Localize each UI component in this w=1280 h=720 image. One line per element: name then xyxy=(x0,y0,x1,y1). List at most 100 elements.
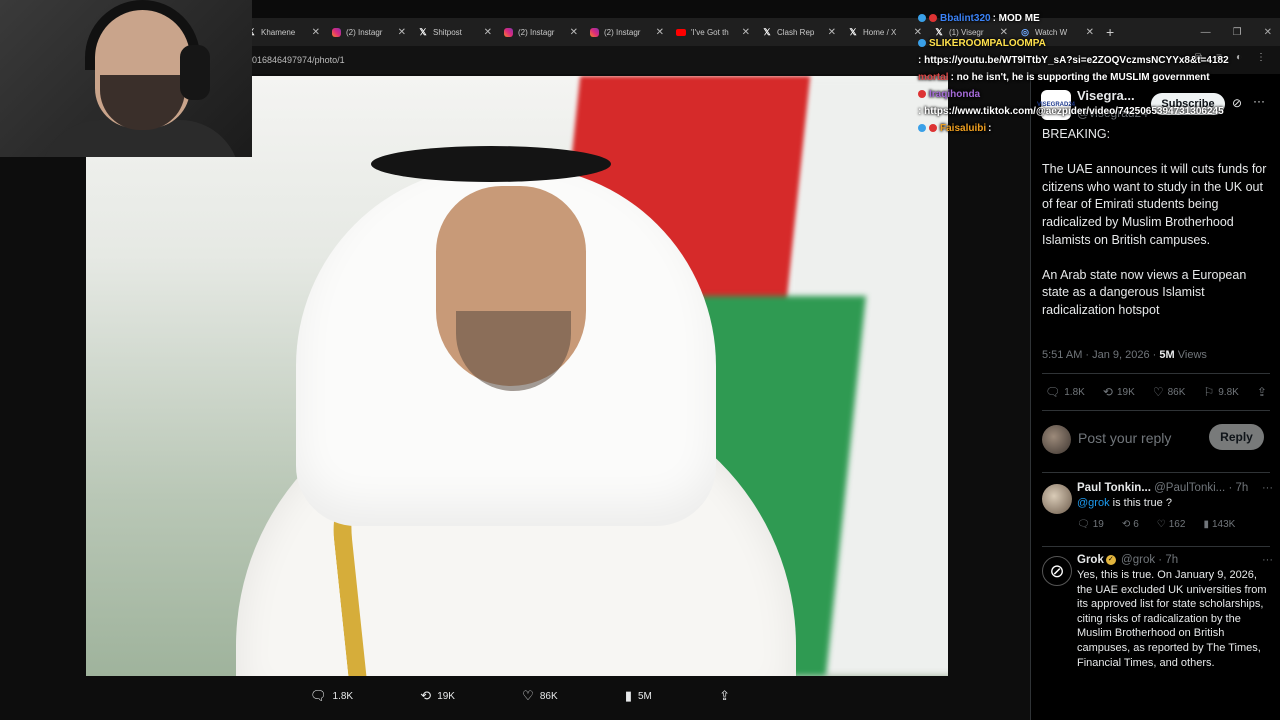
avatar[interactable] xyxy=(1042,484,1072,514)
chat-username: SLIKEROOMPALOOMPA xyxy=(929,38,1046,49)
close-icon[interactable]: ✕ xyxy=(570,27,578,38)
close-icon[interactable]: ✕ xyxy=(312,27,320,38)
youtube-icon xyxy=(676,28,686,36)
repost-action[interactable]: ⟲ 19K xyxy=(420,688,455,704)
grok-avatar-icon[interactable]: ⊘ xyxy=(1042,556,1072,586)
bookmark-count: 9.8K xyxy=(1218,386,1239,398)
address-text: 016846497974/photo/1 xyxy=(252,55,345,65)
share-action[interactable]: ⇪ xyxy=(1257,385,1267,399)
timestamp[interactable]: 5:51 AM · Jan 9, 2026 · xyxy=(1042,349,1159,361)
reply-input[interactable]: Post your reply xyxy=(1078,430,1171,446)
media-action-bar: 🗨 1.8K ⟲ 19K ♡ 86K ▮ 5M ⇪ xyxy=(310,684,730,708)
browser-tab[interactable]: 𝕏 Clash Rep ✕ xyxy=(756,18,842,46)
reply-icon: 🗨 xyxy=(1045,385,1061,399)
comment-header: Paul Tonkin... @PaulTonki... · 7h xyxy=(1077,482,1273,494)
close-icon[interactable]: ✕ xyxy=(484,27,492,38)
chat-text: : xyxy=(988,123,992,134)
chat-message-text: : https://www.tiktok.com/@aezpider/video… xyxy=(912,103,1242,120)
tweet-photo[interactable] xyxy=(86,76,948,676)
reply-composer: Post your reply Reply xyxy=(1042,422,1272,456)
comment-body: Grok ✓ @grok · 7h ··· Yes, this is true. … xyxy=(1077,554,1273,670)
close-icon[interactable]: ✕ xyxy=(828,27,836,38)
comment-time: · 7h xyxy=(1158,554,1179,566)
chat-text: : https://www.tiktok.com/@aezpider/video… xyxy=(918,106,1224,117)
heart-icon: ♡ xyxy=(522,688,534,703)
media-viewer: 🗨 1.8K ⟲ 19K ♡ 86K ▮ 5M ⇪ xyxy=(0,74,1030,720)
close-window-icon[interactable]: ✕ xyxy=(1264,27,1272,38)
heart-icon: ♡ xyxy=(1156,518,1166,530)
like-action[interactable]: ♡ 162 xyxy=(1157,519,1186,530)
repost-icon: ⟲ xyxy=(1121,518,1131,530)
close-icon[interactable]: ✕ xyxy=(656,27,664,38)
divider xyxy=(1042,410,1270,411)
tab-title: Home / X xyxy=(863,27,897,37)
chat-message: Iraqihonda xyxy=(912,86,1242,103)
chat-message: mortal: no he isn't, he is supporting th… xyxy=(912,69,1242,86)
browser-tab[interactable]: (2) Instagr ✕ xyxy=(326,18,412,46)
webcam-overlay xyxy=(0,0,252,157)
close-icon[interactable]: ✕ xyxy=(398,27,406,38)
repost-action[interactable]: ⟲ 19K xyxy=(1103,385,1135,399)
browser-tab[interactable]: 𝕏 Shitpost ✕ xyxy=(412,18,498,46)
like-count: 162 xyxy=(1168,518,1186,530)
tweet-paragraph: The UAE announces it will cuts funds for… xyxy=(1042,162,1267,247)
repost-icon: ⟲ xyxy=(420,688,432,703)
tab-title: Clash Rep xyxy=(777,27,815,37)
bar-chart-icon: ▮ xyxy=(624,688,632,703)
commenter-name[interactable]: Grok xyxy=(1077,554,1104,566)
badge-icon xyxy=(918,90,926,99)
x-logo-icon: 𝕏 xyxy=(763,26,771,37)
avatar xyxy=(1042,425,1071,454)
browser-tab[interactable]: (2) Instagr ✕ xyxy=(498,18,584,46)
browser-tab[interactable]: (2) Instagr ✕ xyxy=(584,18,670,46)
more-icon[interactable]: ··· xyxy=(1262,554,1273,566)
screen: 𝕏 Khamene ✕ (2) Instagr ✕ 𝕏 Shitpost ✕ (2) In… xyxy=(0,0,1280,720)
reply-action[interactable]: 🗨 19 xyxy=(1077,519,1104,530)
commenter-name[interactable]: Paul Tonkin... xyxy=(1077,482,1151,494)
more-icon[interactable]: ··· xyxy=(1262,482,1273,494)
tweet-text: BREAKING: The UAE announces it will cuts… xyxy=(1042,126,1270,337)
reply-icon: 🗨 xyxy=(310,688,327,703)
share-action[interactable]: ⇪ xyxy=(719,688,730,704)
comment-text: @grok is this true ? xyxy=(1077,496,1273,511)
comment-time: · 7h xyxy=(1228,482,1249,494)
view-count: 5M xyxy=(637,690,652,702)
views-label: Views xyxy=(1174,349,1207,361)
reply-count: 1.8K xyxy=(1064,386,1085,398)
comment-header: Grok ✓ @grok · 7h xyxy=(1077,554,1273,566)
repost-action[interactable]: ⟲ 6 xyxy=(1122,519,1139,530)
mention-link[interactable]: @grok xyxy=(1077,497,1110,509)
views-action[interactable]: ▮ 5M xyxy=(625,688,652,704)
badge-icon xyxy=(918,39,926,48)
share-icon: ⇪ xyxy=(719,688,730,703)
like-action[interactable]: ♡ 86K xyxy=(522,688,557,704)
chat-username: mortal xyxy=(918,72,949,83)
repost-count: 19K xyxy=(437,690,455,702)
reply-action[interactable]: 🗨 1.8K xyxy=(1045,385,1085,399)
views-action[interactable]: ▮ 143K xyxy=(1203,519,1235,530)
reply-action[interactable]: 🗨 1.8K xyxy=(310,688,353,704)
close-icon[interactable]: ✕ xyxy=(742,27,750,38)
reply-button[interactable]: Reply xyxy=(1209,424,1264,450)
chat-username: Iraqihonda xyxy=(929,89,981,100)
comment-body: Paul Tonkin... @PaulTonki... · 7h ··· @g… xyxy=(1077,482,1273,530)
more-icon[interactable]: ··· xyxy=(1253,94,1265,108)
badge-icon xyxy=(918,14,926,23)
agal-headband xyxy=(371,146,611,182)
bookmark-action[interactable]: ⚐ 9.8K xyxy=(1203,385,1238,399)
tab-title: (2) Instagr xyxy=(604,27,641,37)
instagram-icon xyxy=(504,27,513,37)
kebab-icon[interactable]: ⋮ xyxy=(1256,52,1266,63)
chat-text: : MOD ME xyxy=(992,13,1040,24)
chat-username: Faisaluibi xyxy=(940,123,987,134)
heart-icon: ♡ xyxy=(1152,385,1164,399)
browser-tab[interactable]: 𝕏Khamene✕ xyxy=(240,18,326,46)
divider xyxy=(1042,472,1270,473)
commenter-handle: @grok xyxy=(1121,554,1156,566)
browser-tab[interactable]: 'I've Got th ✕ xyxy=(670,18,756,46)
tab-title: Khamene xyxy=(261,27,296,37)
like-action[interactable]: ♡ 86K xyxy=(1153,385,1186,399)
verified-badge-icon: ✓ xyxy=(1105,554,1116,565)
tweet-meta: 5:51 AM · Jan 9, 2026 · 5M Views xyxy=(1042,349,1207,361)
stream-chat: Bbalint320: MOD ME SLIKEROOMPALOOMPA : h… xyxy=(912,0,1242,137)
